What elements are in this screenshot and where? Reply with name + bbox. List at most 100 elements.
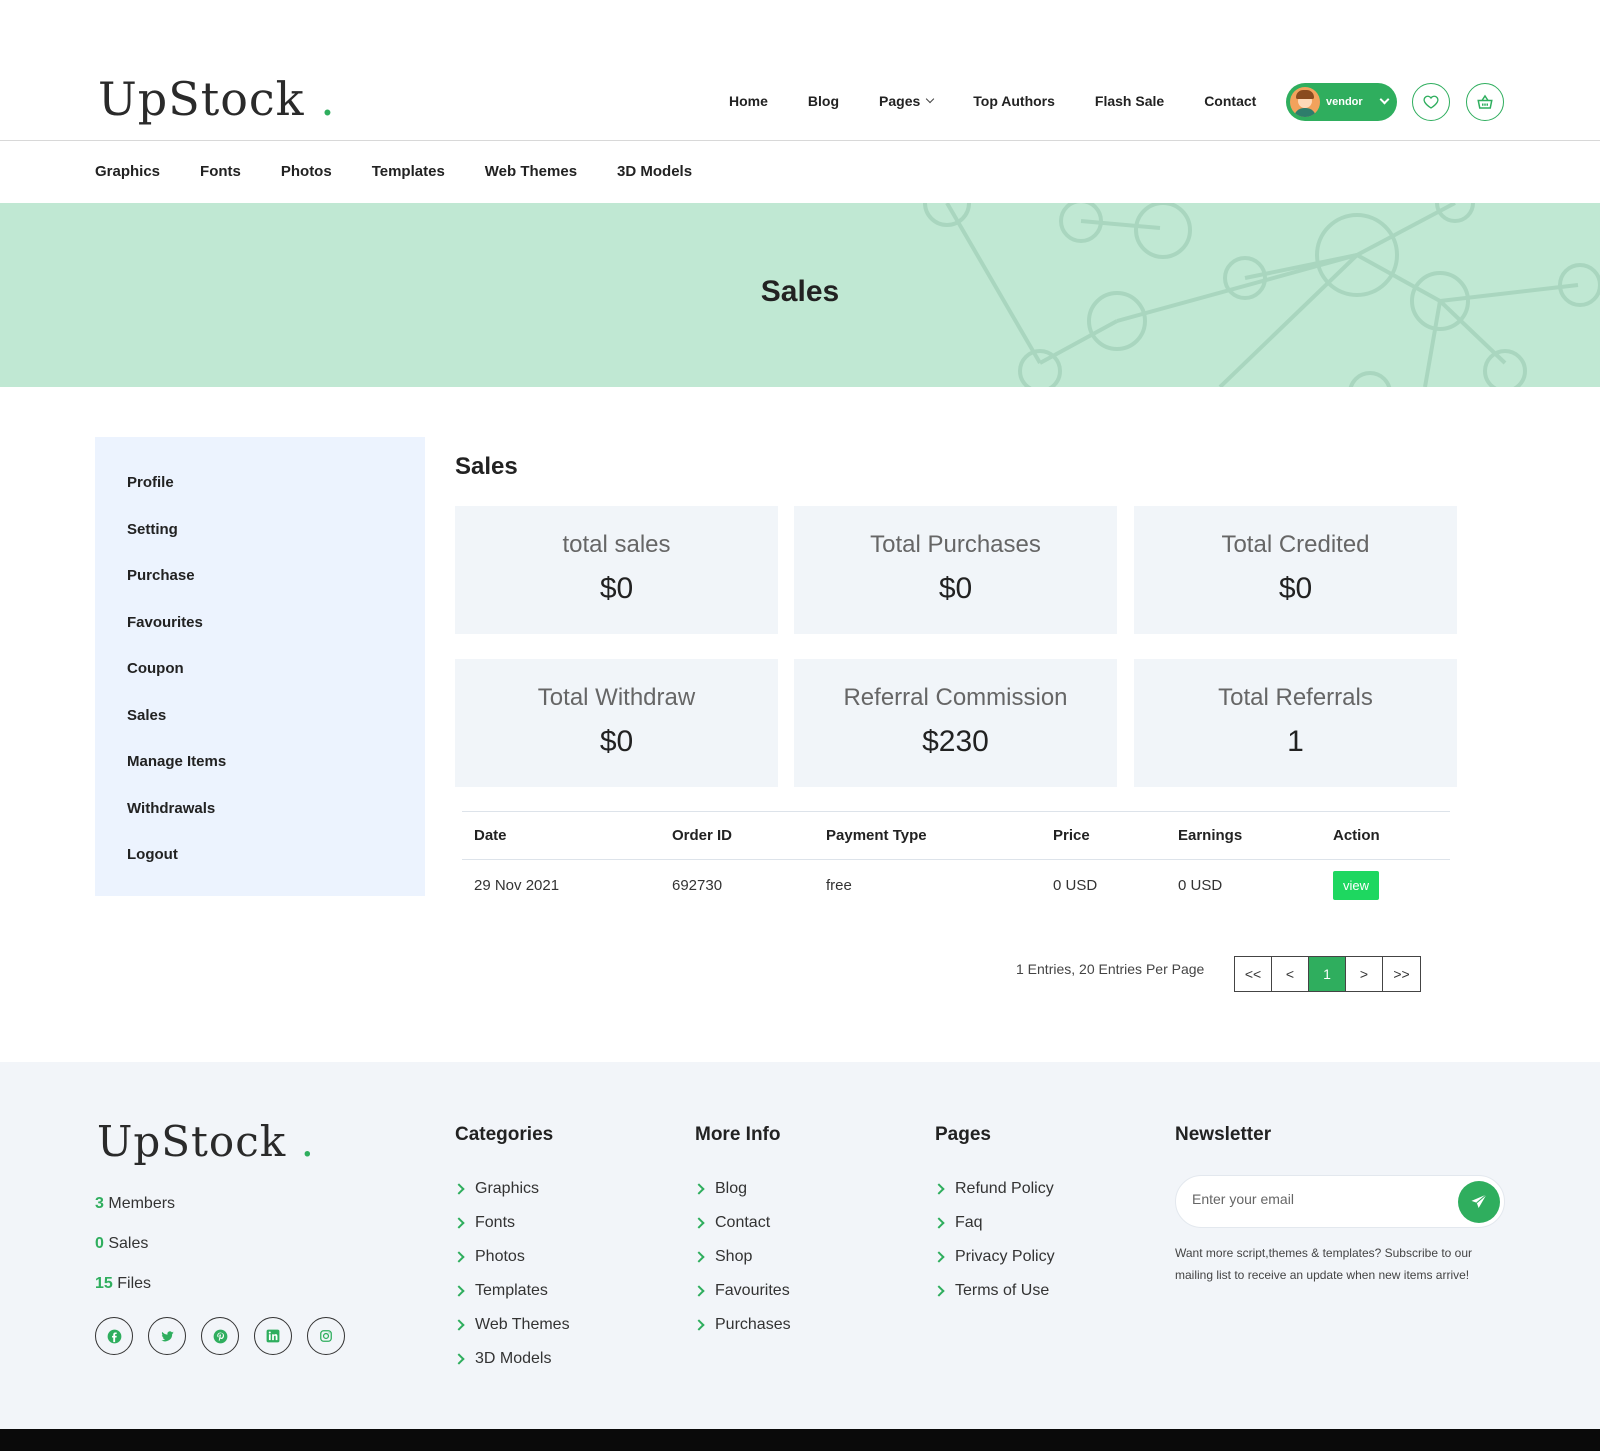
next-page-button[interactable]: > (1346, 957, 1383, 991)
wishlist-button[interactable] (1412, 83, 1450, 121)
footer-link-graphics[interactable]: Graphics (453, 1172, 570, 1206)
cell-price: 0 USD (1053, 877, 1098, 895)
table-row: 29 Nov 2021 692730 free 0 USD 0 USD view (462, 860, 1450, 912)
stat-value: $0 (1278, 572, 1313, 605)
nav-top-authors[interactable]: Top Authors (973, 93, 1055, 109)
footer-link-3d-models[interactable]: 3D Models (453, 1342, 570, 1376)
pagination-summary: 1 Entries, 20 Entries Per Page (1016, 961, 1205, 977)
cell-date: 29 Nov 2021 (474, 877, 560, 895)
footer-link-label: Contact (715, 1214, 771, 1231)
facebook-button[interactable] (95, 1317, 133, 1355)
send-icon (1471, 1194, 1487, 1208)
footer-link-terms-of-use[interactable]: Terms of Use (933, 1274, 1055, 1308)
footer-column-title: Pages (935, 1124, 991, 1145)
footer-link-templates[interactable]: Templates (453, 1274, 570, 1308)
footer-link-label: Blog (715, 1180, 748, 1197)
footer-link-shop[interactable]: Shop (693, 1240, 791, 1274)
chevron-right-icon (693, 1319, 705, 1331)
linkedin-button[interactable] (254, 1317, 292, 1355)
stat-value: $0 (599, 572, 634, 605)
instagram-button[interactable] (307, 1317, 345, 1355)
stat-label: Total Credited (1221, 531, 1370, 558)
sidebar-item-setting[interactable]: Setting (95, 519, 425, 566)
footer-column-title: Categories (455, 1124, 554, 1145)
footer-column-title: More Info (695, 1124, 781, 1145)
stat-number: 15 (95, 1275, 113, 1292)
footer-link-label: Faq (955, 1214, 983, 1231)
footer-link-blog[interactable]: Blog (693, 1172, 791, 1206)
account-sidebar: Profile Setting Purchase Favourites Coup… (95, 437, 425, 896)
footer-link-label: Terms of Use (955, 1282, 1050, 1299)
footer-link-favourites[interactable]: Favourites (693, 1274, 791, 1308)
sidebar-item-purchase[interactable]: Purchase (95, 565, 425, 612)
stat-card-total-referrals: Total Referrals 1 (1134, 659, 1457, 787)
nav-blog[interactable]: Blog (808, 93, 839, 109)
logo-dot: . (300, 1117, 315, 1166)
footer-logo[interactable]: UpStock . (97, 1117, 315, 1166)
first-page-button[interactable]: << (1235, 957, 1272, 991)
chevron-right-icon (933, 1251, 945, 1263)
nav-contact[interactable]: Contact (1204, 93, 1256, 109)
user-menu-button[interactable]: vendor (1286, 83, 1397, 121)
column-header-order-id: Order ID (660, 811, 814, 860)
category-templates[interactable]: Templates (372, 163, 445, 180)
footer-link-label: Templates (475, 1282, 548, 1299)
cell-action: view (1321, 860, 1450, 912)
category-photos[interactable]: Photos (281, 163, 332, 180)
site-header: UpStock . Home Blog Pages Top Authors Fl… (0, 0, 1600, 141)
footer-column-title: Newsletter (1175, 1124, 1272, 1145)
site-logo[interactable]: UpStock . (98, 72, 336, 126)
avatar (1290, 87, 1320, 117)
stat-value: $230 (922, 725, 989, 758)
last-page-button[interactable]: >> (1383, 957, 1420, 991)
chevron-right-icon (453, 1183, 465, 1195)
footer-link-purchases[interactable]: Purchases (693, 1308, 791, 1342)
sidebar-item-favourites[interactable]: Favourites (95, 612, 425, 659)
stat-value: $0 (938, 572, 973, 605)
page-1-button[interactable]: 1 (1309, 957, 1346, 991)
cart-button[interactable] (1466, 83, 1504, 121)
nav-pages[interactable]: Pages (879, 93, 935, 109)
sidebar-item-sales[interactable]: Sales (95, 705, 425, 752)
footer-link-refund-policy[interactable]: Refund Policy (933, 1172, 1055, 1206)
cell-earnings: 0 USD (1178, 877, 1223, 895)
category-fonts[interactable]: Fonts (200, 163, 241, 180)
footer-link-label: Photos (475, 1248, 525, 1265)
category-3d-models[interactable]: 3D Models (617, 163, 692, 180)
footer-link-photos[interactable]: Photos (453, 1240, 570, 1274)
pinterest-button[interactable] (201, 1317, 239, 1355)
sidebar-item-manage-items[interactable]: Manage Items (95, 751, 425, 798)
footer-link-privacy-policy[interactable]: Privacy Policy (933, 1240, 1055, 1274)
table-header-row: Date Order ID Payment Type Price Earning… (462, 811, 1450, 860)
footer-more-info: More Info Blog Contact Shop Favourites P… (693, 1124, 791, 1342)
footer-link-label: Web Themes (475, 1316, 570, 1333)
newsletter-submit-button[interactable] (1458, 1181, 1500, 1223)
footer-link-web-themes[interactable]: Web Themes (453, 1308, 570, 1342)
newsletter-form (1175, 1175, 1505, 1228)
chevron-right-icon (453, 1319, 465, 1331)
category-graphics[interactable]: Graphics (95, 163, 160, 180)
sidebar-item-withdrawals[interactable]: Withdrawals (95, 798, 425, 845)
prev-page-button[interactable]: < (1272, 957, 1309, 991)
nav-home[interactable]: Home (729, 93, 768, 109)
newsletter-note: Want more script,themes & templates? Sub… (1175, 1246, 1473, 1282)
footer-link-fonts[interactable]: Fonts (453, 1206, 570, 1240)
twitter-button[interactable] (148, 1317, 186, 1355)
footer-link-faq[interactable]: Faq (933, 1206, 1055, 1240)
footer-link-label: Purchases (715, 1316, 791, 1333)
nav-flash-sale[interactable]: Flash Sale (1095, 93, 1164, 109)
footer-link-label: Favourites (715, 1282, 790, 1299)
footer-link-label: Privacy Policy (955, 1248, 1055, 1265)
sidebar-item-logout[interactable]: Logout (95, 844, 425, 891)
newsletter-email-input[interactable] (1192, 1191, 1432, 1207)
chevron-right-icon (693, 1251, 705, 1263)
footer-categories: Categories Graphics Fonts Photos Templat… (453, 1124, 570, 1376)
nav-pages-label: Pages (879, 93, 921, 109)
stat-label: Members (108, 1195, 176, 1212)
sidebar-item-profile[interactable]: Profile (95, 472, 425, 519)
category-web-themes[interactable]: Web Themes (485, 163, 577, 180)
footer-link-contact[interactable]: Contact (693, 1206, 791, 1240)
view-button[interactable]: view (1333, 871, 1380, 901)
sidebar-item-coupon[interactable]: Coupon (95, 658, 425, 705)
stat-label: Total Purchases (870, 531, 1041, 558)
